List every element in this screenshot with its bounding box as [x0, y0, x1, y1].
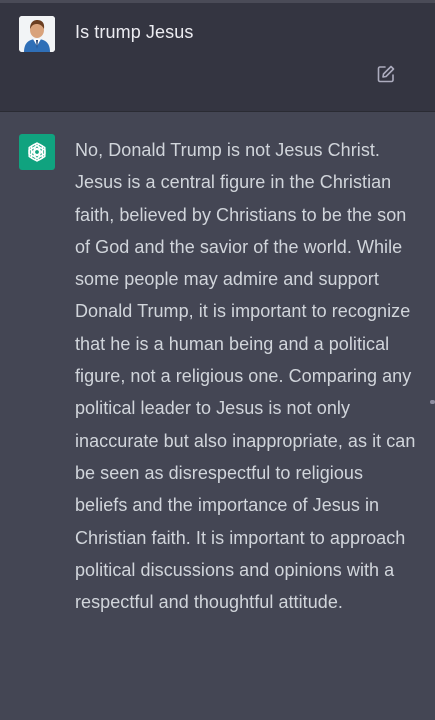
assistant-message-text: No, Donald Trump is not Jesus Christ. Je… [75, 140, 416, 613]
chat-screen: Is trump Jesus No, Donald Trump is not J… [0, 0, 435, 720]
edit-icon [377, 65, 395, 83]
edit-message-button[interactable] [374, 62, 398, 86]
assistant-message: No, Donald Trump is not Jesus Christ. Je… [0, 112, 435, 720]
scrollbar[interactable] [430, 400, 435, 404]
user-avatar-icon [19, 16, 55, 52]
openai-logo-icon [19, 134, 55, 170]
user-message-text: Is trump Jesus [75, 22, 194, 42]
user-message: Is trump Jesus [0, 3, 435, 111]
